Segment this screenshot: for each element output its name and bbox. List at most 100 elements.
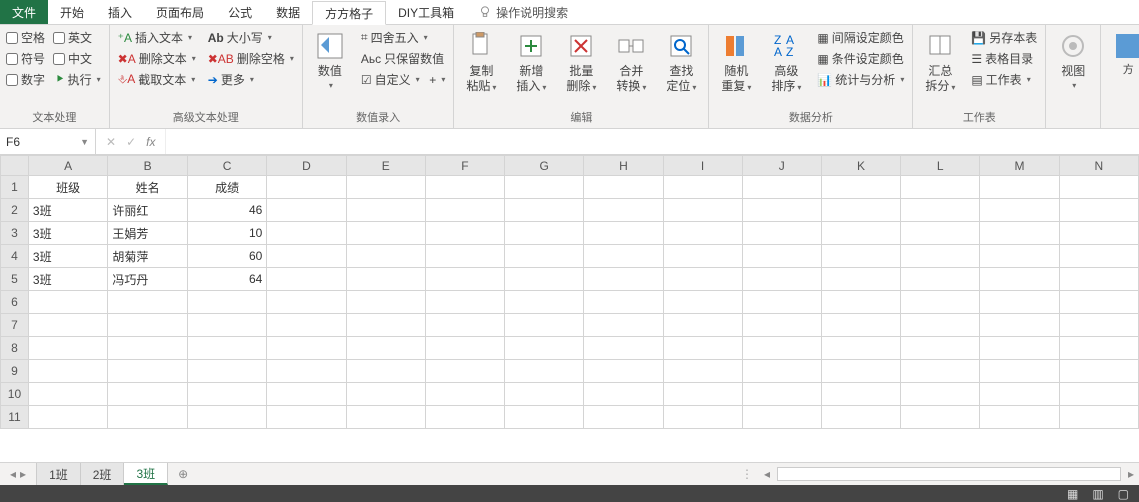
cell[interactable]: [28, 383, 107, 406]
cell[interactable]: [505, 337, 584, 360]
cell[interactable]: [346, 291, 425, 314]
menu-insert[interactable]: 插入: [96, 0, 144, 24]
col-header-L[interactable]: L: [901, 156, 980, 176]
cell[interactable]: [584, 291, 663, 314]
cell[interactable]: [346, 268, 425, 291]
cell[interactable]: [901, 383, 980, 406]
cell[interactable]: [742, 406, 821, 429]
btn-merge-convert[interactable]: 合并转换▾: [610, 28, 652, 96]
confirm-icon[interactable]: ✓: [126, 135, 136, 149]
cell[interactable]: [901, 222, 980, 245]
table-row[interactable]: 11: [1, 406, 1139, 429]
table-row[interactable]: 8: [1, 337, 1139, 360]
cell[interactable]: [505, 245, 584, 268]
cell[interactable]: [663, 199, 742, 222]
btn-insert-text[interactable]: ⁺A插入文本▾: [116, 28, 198, 47]
cell[interactable]: [901, 360, 980, 383]
col-header-G[interactable]: G: [505, 156, 584, 176]
cell[interactable]: [584, 383, 663, 406]
chk-chinese[interactable]: 中文: [53, 49, 103, 68]
row-header[interactable]: 5: [1, 268, 29, 291]
btn-ff[interactable]: 方: [1107, 28, 1139, 79]
cell[interactable]: [584, 176, 663, 199]
tab-first-icon[interactable]: ◂: [10, 467, 16, 481]
cell[interactable]: 胡菊萍: [108, 245, 188, 268]
btn-insert-new[interactable]: 新增插入▾: [510, 28, 552, 96]
cell[interactable]: [1059, 383, 1138, 406]
cell[interactable]: [346, 383, 425, 406]
table-row[interactable]: 53班冯巧丹64: [1, 268, 1139, 291]
cell[interactable]: [821, 245, 900, 268]
row-header[interactable]: 3: [1, 222, 29, 245]
btn-copy-paste[interactable]: 复制粘贴▾: [460, 28, 502, 96]
cell[interactable]: [980, 199, 1059, 222]
btn-sheet-index[interactable]: ☰表格目录: [969, 49, 1039, 68]
btn-cut-text[interactable]: ⎀A截取文本▾: [116, 70, 198, 89]
cell[interactable]: 3班: [28, 245, 107, 268]
btn-stats[interactable]: 📊统计与分析▾: [815, 70, 906, 89]
cell[interactable]: [1059, 314, 1138, 337]
cell[interactable]: [742, 199, 821, 222]
cell[interactable]: [425, 268, 504, 291]
cell[interactable]: [425, 176, 504, 199]
cell[interactable]: [28, 291, 107, 314]
btn-custom[interactable]: ☑自定义▾ +▾: [359, 70, 448, 89]
cell[interactable]: [1059, 176, 1138, 199]
menu-data[interactable]: 数据: [264, 0, 312, 24]
cell[interactable]: [505, 222, 584, 245]
cell[interactable]: [584, 314, 663, 337]
cell[interactable]: [821, 222, 900, 245]
cell[interactable]: [821, 291, 900, 314]
cell[interactable]: [346, 314, 425, 337]
btn-save-as[interactable]: 💾另存本表: [969, 28, 1039, 47]
cell[interactable]: 王娟芳: [108, 222, 188, 245]
table-row[interactable]: 6: [1, 291, 1139, 314]
btn-random-repeat[interactable]: 随机重复▾: [715, 28, 757, 96]
row-header[interactable]: 4: [1, 245, 29, 268]
cell[interactable]: [821, 337, 900, 360]
cell[interactable]: [505, 268, 584, 291]
col-header-F[interactable]: F: [425, 156, 504, 176]
cell[interactable]: [901, 314, 980, 337]
cell[interactable]: 成绩: [187, 176, 266, 199]
cell[interactable]: [187, 314, 266, 337]
cell[interactable]: [108, 291, 188, 314]
view-break-icon[interactable]: ▢: [1118, 487, 1129, 501]
scroll-track[interactable]: [777, 467, 1121, 481]
cell[interactable]: [584, 199, 663, 222]
cell[interactable]: [425, 199, 504, 222]
cell[interactable]: [742, 383, 821, 406]
namebox-dropdown-icon[interactable]: ▼: [80, 137, 89, 147]
btn-worksheet[interactable]: ▤工作表▾: [969, 70, 1039, 89]
cell[interactable]: [505, 291, 584, 314]
cell[interactable]: [108, 406, 188, 429]
menu-formula[interactable]: 公式: [216, 0, 264, 24]
cell[interactable]: [742, 176, 821, 199]
cell[interactable]: [980, 383, 1059, 406]
table-row[interactable]: 1班级姓名成绩: [1, 176, 1139, 199]
sheet-tab-2班[interactable]: 2班: [81, 463, 125, 485]
col-header-A[interactable]: A: [28, 156, 107, 176]
row-header[interactable]: 6: [1, 291, 29, 314]
cell[interactable]: [584, 222, 663, 245]
btn-delete-text[interactable]: ✖A删除文本▾: [116, 49, 198, 68]
cell[interactable]: [663, 222, 742, 245]
cell[interactable]: [980, 268, 1059, 291]
cell[interactable]: [425, 337, 504, 360]
cell[interactable]: [821, 383, 900, 406]
menu-start[interactable]: 开始: [48, 0, 96, 24]
col-header-E[interactable]: E: [346, 156, 425, 176]
name-box[interactable]: F6 ▼: [0, 129, 96, 154]
cell[interactable]: [28, 360, 107, 383]
cell[interactable]: [901, 268, 980, 291]
col-header-N[interactable]: N: [1059, 156, 1138, 176]
row-header[interactable]: 11: [1, 406, 29, 429]
btn-execute[interactable]: ⯈执行▾: [53, 70, 103, 89]
sheet-tab-3班[interactable]: 3班: [124, 463, 168, 485]
cell[interactable]: [663, 337, 742, 360]
btn-interval-color[interactable]: ▦间隔设定颜色: [815, 28, 906, 47]
cell[interactable]: 姓名: [108, 176, 188, 199]
cell[interactable]: [742, 360, 821, 383]
cell[interactable]: [28, 314, 107, 337]
btn-view[interactable]: 视图▾: [1052, 28, 1094, 94]
